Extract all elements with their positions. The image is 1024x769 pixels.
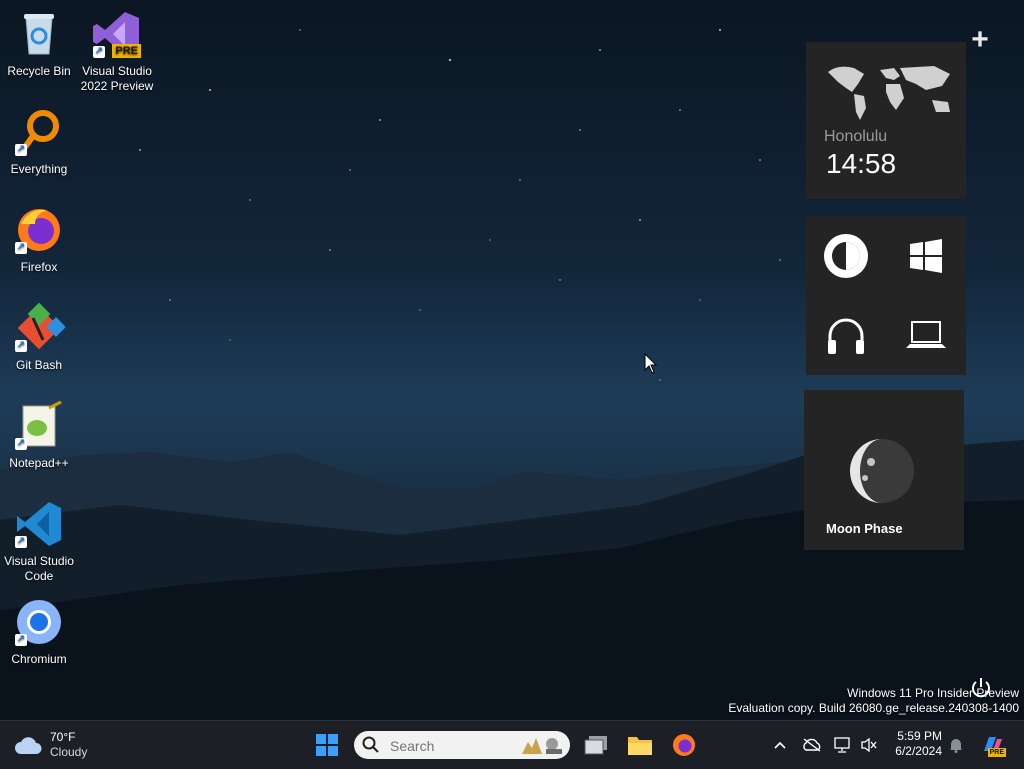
desktop-icon-everything[interactable]: ↗ Everything [0,106,78,177]
visual-studio-icon: PRE ↗ [91,8,143,60]
clock-city-name: Honolulu [824,128,888,145]
show-hidden-icons-button[interactable] [770,729,790,761]
mouse-cursor-icon [644,353,658,374]
desktop-icon-label: Visual Studio 2022 Preview [80,64,154,93]
file-explorer-button[interactable] [624,729,656,761]
shortcut-arrow-icon: ↗ [15,340,27,352]
copilot-preview-badge: PRE [987,748,1006,757]
notepad-plus-plus-icon: ↗ [13,400,65,452]
search-icon [362,736,379,753]
desktop-icon-firefox[interactable]: ↗ Firefox [0,204,78,275]
desktop-icon-notepad-plus-plus[interactable]: ↗ Notepad++ [0,400,78,471]
network-icon [834,737,850,753]
chevron-up-icon [774,741,786,749]
desktop-icon-label: Firefox [20,260,58,274]
taskbar-time: 5:59 PM [897,729,942,743]
desktop-icon-chromium[interactable]: ↗ Chromium [0,596,78,667]
desktop-icon-label: Git Bash [15,358,63,372]
search-input[interactable] [388,735,522,757]
firefox-icon: ↗ [13,204,65,256]
chromium-icon: ↗ [13,596,65,648]
windows-icon [910,239,942,273]
desktop-icon-label: Everything [10,162,68,176]
clock-time: 14:58 [826,148,897,179]
desktop-icon-label: Notepad++ [9,456,69,470]
moon-phase-label: Moon Phase [826,521,903,536]
desktop-icon-visual-studio-2022-preview[interactable]: PRE ↗ Visual Studio 2022 Preview [78,8,156,94]
laptop-button[interactable] [901,311,951,361]
firefox-taskbar-button[interactable] [668,729,700,761]
task-view-icon [584,736,607,755]
desktop-icon-visual-studio-code[interactable]: ↗ Visual Studio Code [0,498,78,584]
headphones-icon [828,318,864,354]
cloud-icon [15,737,42,754]
shortcut-arrow-icon: ↗ [15,144,27,156]
world-map-icon [828,66,950,120]
windows-button[interactable] [901,231,951,281]
contrast-icon [824,234,868,278]
folder-icon [628,737,652,755]
shortcut-arrow-icon: ↗ [15,438,27,450]
windows-start-icon [316,734,338,756]
taskbar-date: 6/2/2024 [895,744,942,758]
network-tray-button[interactable] [832,729,854,761]
shortcut-arrow-icon: ↗ [15,536,27,548]
shortcut-arrow-icon: ↗ [93,46,105,58]
vscode-icon: ↗ [13,498,65,550]
taskbar: 70°F Cloudy Search 5:59 PM 6/2/2024 PRE [0,720,1024,769]
moon-phase-widget[interactable]: Moon Phase [804,390,964,550]
shortcut-arrow-icon: ↗ [15,242,27,254]
shortcut-arrow-icon: ↗ [15,634,27,646]
everything-search-icon: ↗ [13,106,65,158]
desktop-icon-git-bash[interactable]: ↗ Git Bash [0,302,78,373]
task-view-button[interactable] [580,729,612,761]
volume-tray-button[interactable] [858,729,880,761]
watermark-build: Evaluation copy. Build 26080.ge_release.… [728,701,1019,715]
add-widget-button[interactable]: + [966,25,994,55]
taskbar-search-box[interactable] [354,731,570,759]
weather-condition: Cloudy [50,745,88,759]
notifications-button[interactable] [946,729,966,761]
firefox-icon [673,734,695,756]
onedrive-offline-icon [803,738,821,752]
laptop-icon [906,321,946,348]
preview-badge: PRE [112,44,141,58]
weather-widget[interactable]: 70°F Cloudy [14,729,87,761]
launcher-widget [806,216,966,375]
start-button[interactable] [311,729,343,761]
contrast-button[interactable] [821,231,871,281]
desktop-icon-label: Visual Studio Code [4,554,74,583]
copilot-button[interactable]: PRE [978,729,1008,761]
bell-icon [950,739,962,753]
onedrive-tray-button[interactable] [800,729,824,761]
headphones-button[interactable] [821,311,871,361]
volume-muted-icon [861,737,877,753]
world-clock-widget[interactable]: Honolulu 14:58 [806,42,966,199]
moon-icon [850,439,914,503]
desktop-icon-label: Recycle Bin [7,64,71,78]
desktop-icon-label: Chromium [11,652,67,666]
taskbar-clock[interactable]: 5:59 PM 6/2/2024 [888,729,942,759]
weather-temperature: 70°F [50,730,76,744]
power-icon[interactable] [970,676,992,698]
search-highlight-icon [522,738,562,754]
desktop-icon-recycle-bin[interactable]: Recycle Bin [0,8,78,79]
git-bash-icon: ↗ [13,302,66,354]
recycle-bin-icon [13,8,65,60]
